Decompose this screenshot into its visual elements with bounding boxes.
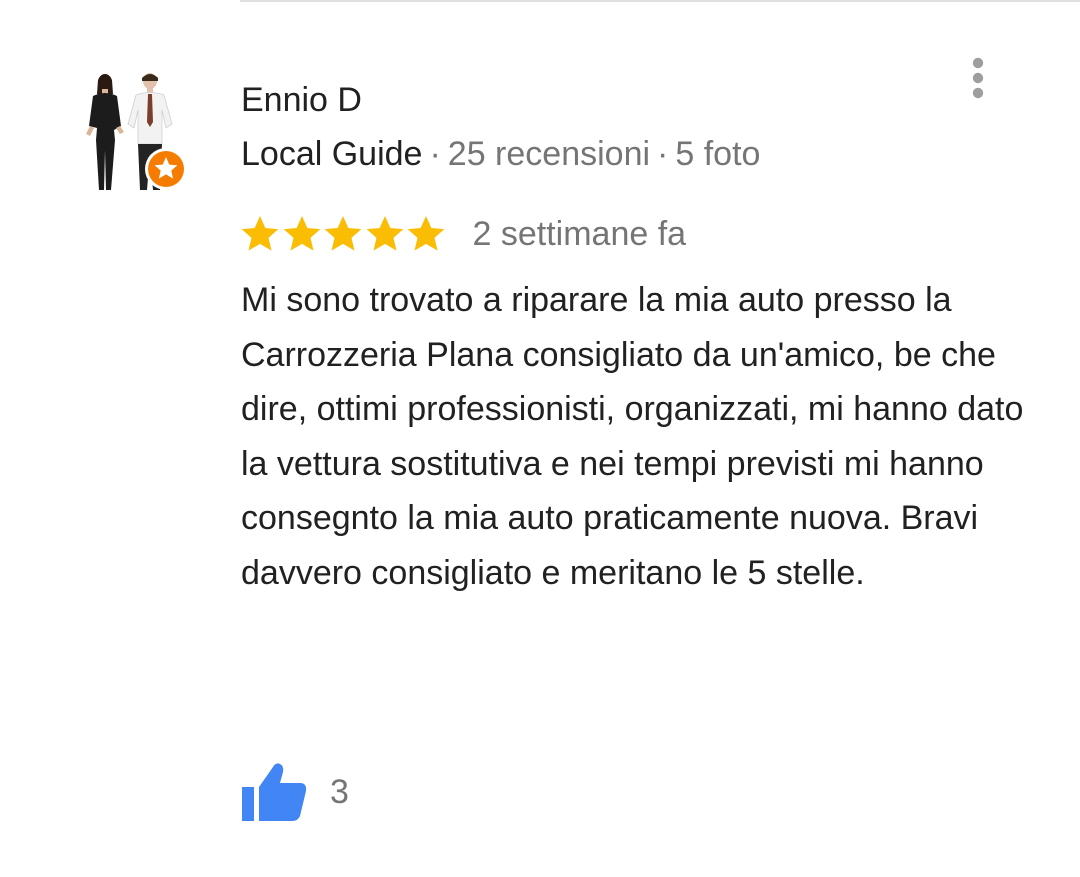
- star-icon: [407, 216, 445, 251]
- author-name[interactable]: Ennio D: [241, 78, 362, 122]
- like-row: 3: [240, 760, 349, 824]
- review-date: 2 settimane fa: [472, 215, 687, 253]
- reviews-count: 25 recensioni: [447, 135, 651, 173]
- review-text: Mi sono trovato a riparare la mia auto p…: [241, 281, 1024, 592]
- star-icon: [324, 216, 362, 251]
- photos-count: 5 foto: [675, 135, 761, 173]
- meta-separator: ·: [429, 135, 441, 173]
- avatar[interactable]: [78, 72, 198, 196]
- meta-separator: ·: [657, 135, 669, 173]
- more-options-button[interactable]: [958, 52, 998, 104]
- like-button[interactable]: [240, 760, 312, 824]
- star-icon: [283, 216, 320, 251]
- rating-row: 2 settimane fa: [240, 208, 686, 260]
- more-vert-icon: [972, 57, 984, 99]
- local-guide-star-badge-icon: [145, 148, 187, 190]
- avatar-image: [86, 73, 187, 190]
- top-divider: [240, 0, 1080, 2]
- star-icon: [241, 216, 279, 251]
- star-rating: [240, 214, 448, 254]
- thumbs-up-icon: [242, 763, 307, 821]
- local-guide-label: Local Guide: [241, 135, 423, 173]
- star-icon: [366, 216, 403, 251]
- like-count: 3: [330, 773, 349, 811]
- author-meta: Local Guide · 25 recensioni · 5 foto: [241, 132, 760, 176]
